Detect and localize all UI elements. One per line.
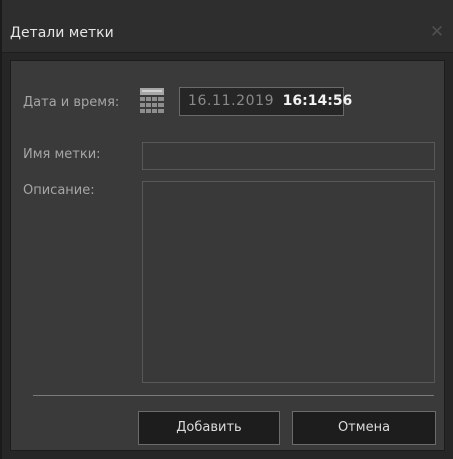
cancel-button[interactable]: Отмена <box>292 411 436 445</box>
datetime-label: Дата и время: <box>23 95 120 110</box>
time-hours: 16 <box>282 93 303 109</box>
dialog-titlebar: Детали метки ✕ <box>2 0 453 53</box>
time-seconds: 56 <box>332 93 353 109</box>
form-panel: Дата и время: 16.11.2019 16:14:56 Имя ме… <box>10 60 445 451</box>
description-label: Описание: <box>23 183 95 198</box>
label-details-dialog: Детали метки ✕ Дата и время: 16.11.2019 <box>2 0 453 459</box>
dialog-title: Детали метки <box>10 25 114 41</box>
calendar-icon[interactable] <box>139 87 165 117</box>
name-label: Имя метки: <box>23 147 101 162</box>
date-value: 16.11.2019 <box>188 93 275 109</box>
datetime-field[interactable]: 16.11.2019 16:14:56 <box>179 87 352 116</box>
close-icon[interactable]: ✕ <box>429 23 445 41</box>
description-textarea[interactable] <box>142 181 435 383</box>
time-minutes: 14 <box>307 93 328 109</box>
divider <box>33 395 434 396</box>
time-value: 16:14:56 <box>283 93 353 109</box>
label-name-input[interactable] <box>142 142 435 170</box>
add-button[interactable]: Добавить <box>138 411 280 445</box>
